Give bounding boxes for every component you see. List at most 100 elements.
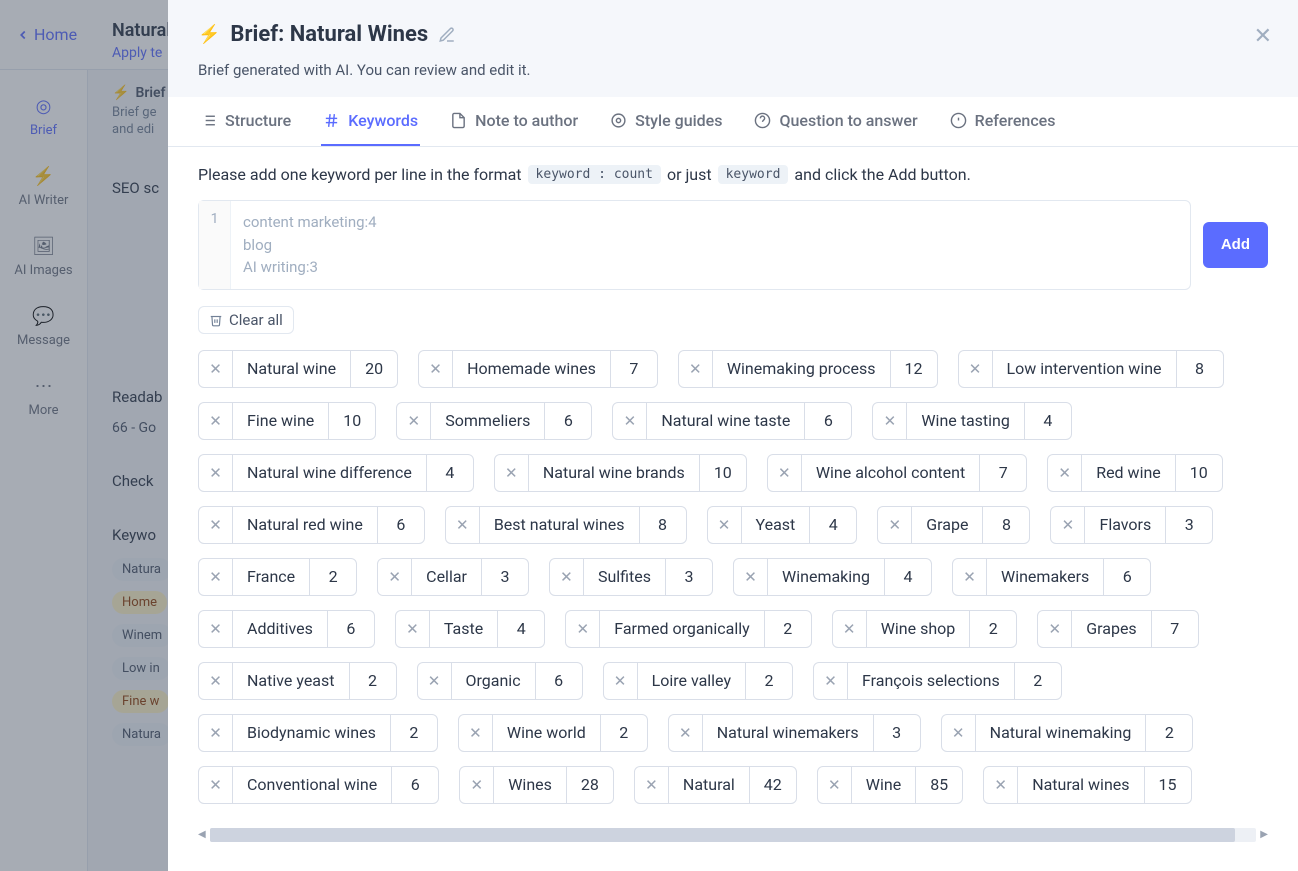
remove-keyword-icon[interactable]: ✕: [199, 559, 233, 595]
keyword-label[interactable]: Natural: [669, 767, 750, 803]
remove-keyword-icon[interactable]: ✕: [446, 507, 480, 543]
keyword-count[interactable]: 2: [601, 715, 647, 751]
keyword-count[interactable]: 20: [351, 351, 397, 387]
clear-all-button[interactable]: Clear all: [198, 306, 294, 334]
remove-keyword-icon[interactable]: ✕: [959, 351, 993, 387]
keyword-label[interactable]: Biodynamic wines: [233, 715, 391, 751]
remove-keyword-icon[interactable]: ✕: [199, 663, 233, 699]
scroll-left-icon[interactable]: ◀: [198, 829, 206, 840]
remove-keyword-icon[interactable]: ✕: [953, 559, 987, 595]
remove-keyword-icon[interactable]: ✕: [459, 715, 493, 751]
keyword-count[interactable]: 2: [310, 559, 356, 595]
keyword-label[interactable]: Fine wine: [233, 403, 329, 439]
tab-keywords[interactable]: Keywords: [321, 97, 420, 146]
keyword-count[interactable]: 85: [916, 767, 962, 803]
remove-keyword-icon[interactable]: ✕: [397, 403, 431, 439]
remove-keyword-icon[interactable]: ✕: [708, 507, 742, 543]
keyword-count[interactable]: 2: [970, 611, 1016, 647]
keyword-label[interactable]: Native yeast: [233, 663, 350, 699]
remove-keyword-icon[interactable]: ✕: [1048, 455, 1082, 491]
keyword-label[interactable]: Conventional wine: [233, 767, 392, 803]
keyword-count[interactable]: 7: [980, 455, 1026, 491]
remove-keyword-icon[interactable]: ✕: [818, 767, 852, 803]
keyword-label[interactable]: Flavors: [1085, 507, 1166, 543]
remove-keyword-icon[interactable]: ✕: [199, 715, 233, 751]
keyword-count[interactable]: 12: [891, 351, 937, 387]
remove-keyword-icon[interactable]: ✕: [199, 455, 233, 491]
keyword-label[interactable]: Loire valley: [638, 663, 746, 699]
keyword-label[interactable]: Winemaking: [768, 559, 885, 595]
keyword-label[interactable]: Grapes: [1072, 611, 1151, 647]
keyword-label[interactable]: Wine shop: [867, 611, 971, 647]
tab-structure[interactable]: Structure: [198, 97, 293, 146]
remove-keyword-icon[interactable]: ✕: [1051, 507, 1085, 543]
remove-keyword-icon[interactable]: ✕: [419, 351, 453, 387]
remove-keyword-icon[interactable]: ✕: [199, 507, 233, 543]
keyword-count[interactable]: 3: [1166, 507, 1212, 543]
keyword-count[interactable]: 2: [1146, 715, 1192, 751]
remove-keyword-icon[interactable]: ✕: [396, 611, 430, 647]
keyword-count[interactable]: 10: [329, 403, 375, 439]
add-button[interactable]: Add: [1203, 222, 1268, 268]
keyword-count[interactable]: 7: [611, 351, 657, 387]
keyword-label[interactable]: Natural red wine: [233, 507, 378, 543]
keyword-count[interactable]: 8: [983, 507, 1029, 543]
keyword-count[interactable]: 4: [427, 455, 473, 491]
keyword-count[interactable]: 3: [874, 715, 920, 751]
remove-keyword-icon[interactable]: ✕: [460, 767, 494, 803]
keyword-label[interactable]: Wine alcohol content: [802, 455, 980, 491]
keyword-label[interactable]: Natural wine taste: [647, 403, 805, 439]
remove-keyword-icon[interactable]: ✕: [984, 767, 1018, 803]
keyword-count[interactable]: 7: [1152, 611, 1198, 647]
remove-keyword-icon[interactable]: ✕: [635, 767, 669, 803]
keyword-count[interactable]: 42: [750, 767, 796, 803]
keyword-label[interactable]: Taste: [430, 611, 498, 647]
keyword-count[interactable]: 6: [392, 767, 438, 803]
keyword-label[interactable]: Yeast: [742, 507, 811, 543]
keyword-label[interactable]: Homemade wines: [453, 351, 611, 387]
keyword-label[interactable]: Sommeliers: [431, 403, 545, 439]
keyword-input[interactable]: 1 content marketing:4 blog AI writing:3: [198, 200, 1191, 290]
keyword-count[interactable]: 3: [666, 559, 712, 595]
remove-keyword-icon[interactable]: ✕: [550, 559, 584, 595]
remove-keyword-icon[interactable]: ✕: [604, 663, 638, 699]
keyword-label[interactable]: Natural wines: [1018, 767, 1144, 803]
keyword-label[interactable]: Sulfites: [584, 559, 666, 595]
remove-keyword-icon[interactable]: ✕: [833, 611, 867, 647]
keyword-label[interactable]: Winemakers: [987, 559, 1104, 595]
keyword-count[interactable]: 4: [498, 611, 544, 647]
remove-keyword-icon[interactable]: ✕: [768, 455, 802, 491]
keyword-label[interactable]: Natural winemakers: [703, 715, 874, 751]
remove-keyword-icon[interactable]: ✕: [669, 715, 703, 751]
keyword-count[interactable]: 10: [1176, 455, 1222, 491]
keyword-count[interactable]: 28: [567, 767, 613, 803]
remove-keyword-icon[interactable]: ✕: [873, 403, 907, 439]
remove-keyword-icon[interactable]: ✕: [199, 403, 233, 439]
horizontal-scrollbar[interactable]: ◀ ▶: [198, 826, 1268, 844]
keyword-count[interactable]: 2: [350, 663, 396, 699]
keyword-count[interactable]: 8: [640, 507, 686, 543]
keyword-count[interactable]: 4: [885, 559, 931, 595]
keyword-count[interactable]: 6: [545, 403, 591, 439]
keyword-count[interactable]: 8: [1177, 351, 1223, 387]
tab-question[interactable]: Question to answer: [752, 97, 919, 146]
remove-keyword-icon[interactable]: ✕: [199, 767, 233, 803]
remove-keyword-icon[interactable]: ✕: [679, 351, 713, 387]
close-icon[interactable]: ✕: [1254, 26, 1272, 48]
scroll-thumb[interactable]: [210, 828, 1236, 842]
keyword-label[interactable]: Grape: [912, 507, 983, 543]
keyword-count[interactable]: 6: [378, 507, 424, 543]
keyword-count[interactable]: 10: [700, 455, 746, 491]
keyword-label[interactable]: Natural wine brands: [529, 455, 700, 491]
keyword-count[interactable]: 2: [1015, 663, 1061, 699]
keyword-count[interactable]: 6: [328, 611, 374, 647]
keyword-count[interactable]: 4: [1025, 403, 1071, 439]
keyword-label[interactable]: France: [233, 559, 310, 595]
keyword-label[interactable]: Cellar: [412, 559, 482, 595]
scroll-right-icon[interactable]: ▶: [1260, 829, 1268, 840]
keyword-label[interactable]: Wines: [494, 767, 567, 803]
keyword-label[interactable]: Organic: [452, 663, 536, 699]
keyword-label[interactable]: Wine tasting: [907, 403, 1025, 439]
keyword-label[interactable]: Additives: [233, 611, 328, 647]
remove-keyword-icon[interactable]: ✕: [418, 663, 452, 699]
